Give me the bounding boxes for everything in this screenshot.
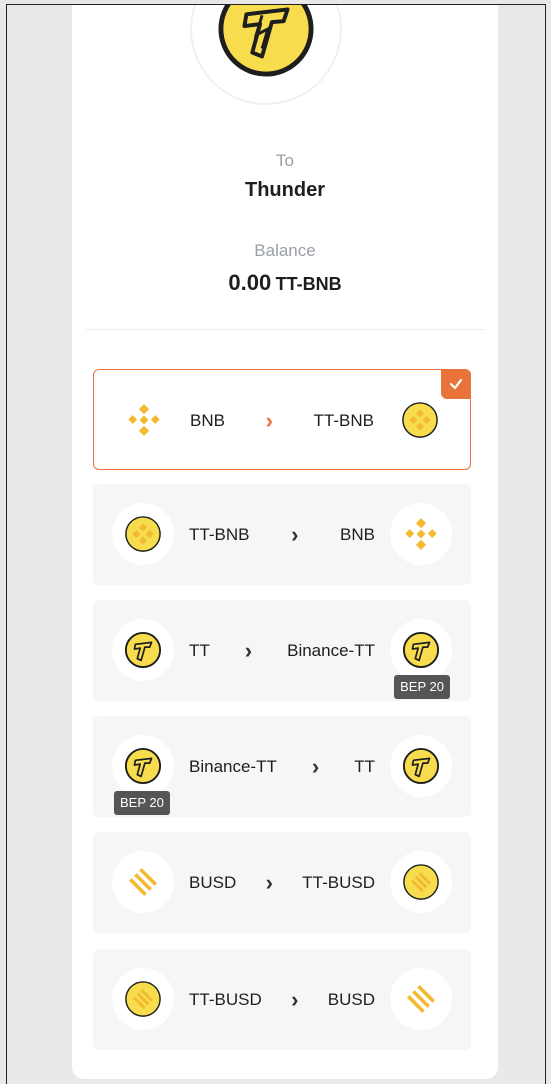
chevron-right-icon: › xyxy=(311,753,320,779)
from-token-label: BUSD xyxy=(189,872,237,892)
from-token-label: TT-BNB xyxy=(189,524,250,544)
to-coin xyxy=(390,503,452,565)
to-coin xyxy=(390,735,452,797)
to-coin xyxy=(390,968,452,1030)
network-badge: BEP 20 xyxy=(114,791,170,815)
tt-busd-icon xyxy=(403,864,439,900)
from-token-label: BNB xyxy=(190,410,225,430)
pair-labels: Binance-TT › TT xyxy=(189,716,375,817)
app-frame: To Thunder Balance 0.00 TT-BNB BNB › TT-BN… xyxy=(6,4,546,1084)
chevron-right-icon: › xyxy=(291,986,299,1012)
to-token-label: TT xyxy=(354,756,375,776)
from-coin xyxy=(112,735,174,797)
bridge-card: To Thunder Balance 0.00 TT-BNB BNB › TT-BN… xyxy=(72,5,498,1079)
destination-logo xyxy=(190,5,342,105)
to-token-label: TT-BUSD xyxy=(302,872,375,892)
balance-unit: TT-BNB xyxy=(275,274,342,294)
chevron-right-icon: › xyxy=(265,869,273,895)
divider xyxy=(86,329,484,330)
pair-labels: TT-BNB › BNB xyxy=(189,484,375,585)
to-token-label: Binance-TT xyxy=(287,640,375,660)
to-token-label: TT-BNB xyxy=(313,410,374,430)
busd-icon xyxy=(128,867,158,897)
bridge-option[interactable]: BUSD › TT-BUSD xyxy=(93,832,471,933)
bridge-option[interactable]: TT-BUSD › BUSD xyxy=(93,949,471,1050)
to-value: Thunder xyxy=(245,179,325,201)
from-token-label: TT xyxy=(189,640,210,660)
bridge-option[interactable]: Binance-TT › TT BEP 20 xyxy=(93,716,471,817)
tt-bnb-icon xyxy=(125,516,161,552)
pair-labels: TT-BUSD › BUSD xyxy=(189,949,375,1050)
thunder-icon xyxy=(124,747,162,785)
from-token-label: Binance-TT xyxy=(189,756,277,776)
tt-bnb-icon xyxy=(402,402,438,438)
pair-labels: TT › Binance-TT xyxy=(189,600,375,701)
from-coin xyxy=(113,389,175,451)
tt-busd-icon xyxy=(125,981,161,1017)
from-coin xyxy=(112,619,174,681)
thunder-icon xyxy=(402,747,440,785)
chevron-right-icon: › xyxy=(291,521,299,547)
from-coin xyxy=(112,503,174,565)
bnb-icon xyxy=(128,404,160,436)
thunder-logo-icon xyxy=(218,5,314,77)
bridge-option[interactable]: TT-BNB › BNB xyxy=(93,484,471,585)
to-coin xyxy=(390,619,452,681)
thunder-icon xyxy=(124,631,162,669)
from-coin xyxy=(112,851,174,913)
to-token-label: BUSD xyxy=(327,989,375,1009)
to-label: To xyxy=(276,151,294,170)
balance-label: Balance xyxy=(254,241,316,260)
bridge-option[interactable]: TT › Binance-TT BEP 20 xyxy=(93,600,471,701)
network-badge: BEP 20 xyxy=(394,675,450,699)
selected-check-icon xyxy=(441,369,471,399)
thunder-icon xyxy=(402,631,440,669)
to-coin xyxy=(389,389,451,451)
from-token-label: TT-BUSD xyxy=(189,989,262,1009)
busd-icon xyxy=(406,984,436,1014)
chevron-right-icon: › xyxy=(265,407,273,433)
balance-value: 0.00 TT-BNB xyxy=(72,270,498,296)
pair-labels: BUSD › TT-BUSD xyxy=(189,832,375,933)
pair-labels: BNB › TT-BNB xyxy=(190,370,374,471)
to-token-label: BNB xyxy=(340,524,375,544)
balance-amount: 0.00 xyxy=(228,270,272,295)
from-coin xyxy=(112,968,174,1030)
chevron-right-icon: › xyxy=(244,637,253,663)
bnb-icon xyxy=(405,518,437,550)
bridge-option[interactable]: BNB › TT-BNB xyxy=(93,369,471,470)
to-coin xyxy=(390,851,452,913)
